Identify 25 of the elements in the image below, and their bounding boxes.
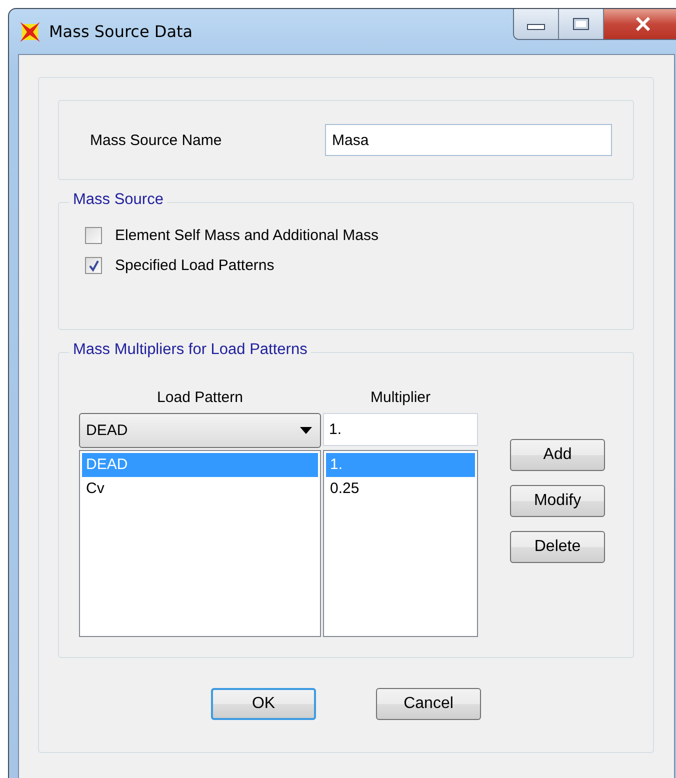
- window-title: Mass Source Data: [49, 22, 193, 41]
- checkbox[interactable]: [85, 227, 102, 244]
- close-icon: [634, 17, 652, 31]
- dialog-button[interactable]: Cancel: [376, 688, 481, 720]
- column-header: Multiplier: [369, 389, 432, 408]
- list-item[interactable]: Cv: [82, 477, 318, 501]
- minimize-button[interactable]: [514, 9, 559, 39]
- action-button[interactable]: Add: [510, 439, 605, 471]
- name-field[interactable]: Masa: [325, 124, 612, 156]
- maximize-button[interactable]: [559, 9, 604, 39]
- checkbox[interactable]: [85, 257, 102, 274]
- action-button[interactable]: Modify: [510, 485, 605, 517]
- group-title: Mass Multipliers for Load Patterns: [69, 341, 312, 359]
- app-icon: [19, 20, 41, 42]
- field-label: Mass Source Name: [90, 132, 223, 148]
- list-item[interactable]: 0.25: [326, 477, 475, 501]
- checkbox-label: Element Self Mass and Additional Mass: [115, 227, 378, 244]
- column-header: Load Pattern: [156, 389, 244, 408]
- load-pattern-dropdown[interactable]: DEAD: [79, 413, 321, 448]
- caret-icon: [300, 427, 312, 434]
- dialog-button[interactable]: OK: [211, 688, 316, 720]
- checkbox-label: Specified Load Patterns: [115, 257, 274, 274]
- action-button[interactable]: Delete: [510, 531, 605, 563]
- multiplier-field[interactable]: 1.: [323, 413, 478, 446]
- close-button[interactable]: [604, 9, 676, 39]
